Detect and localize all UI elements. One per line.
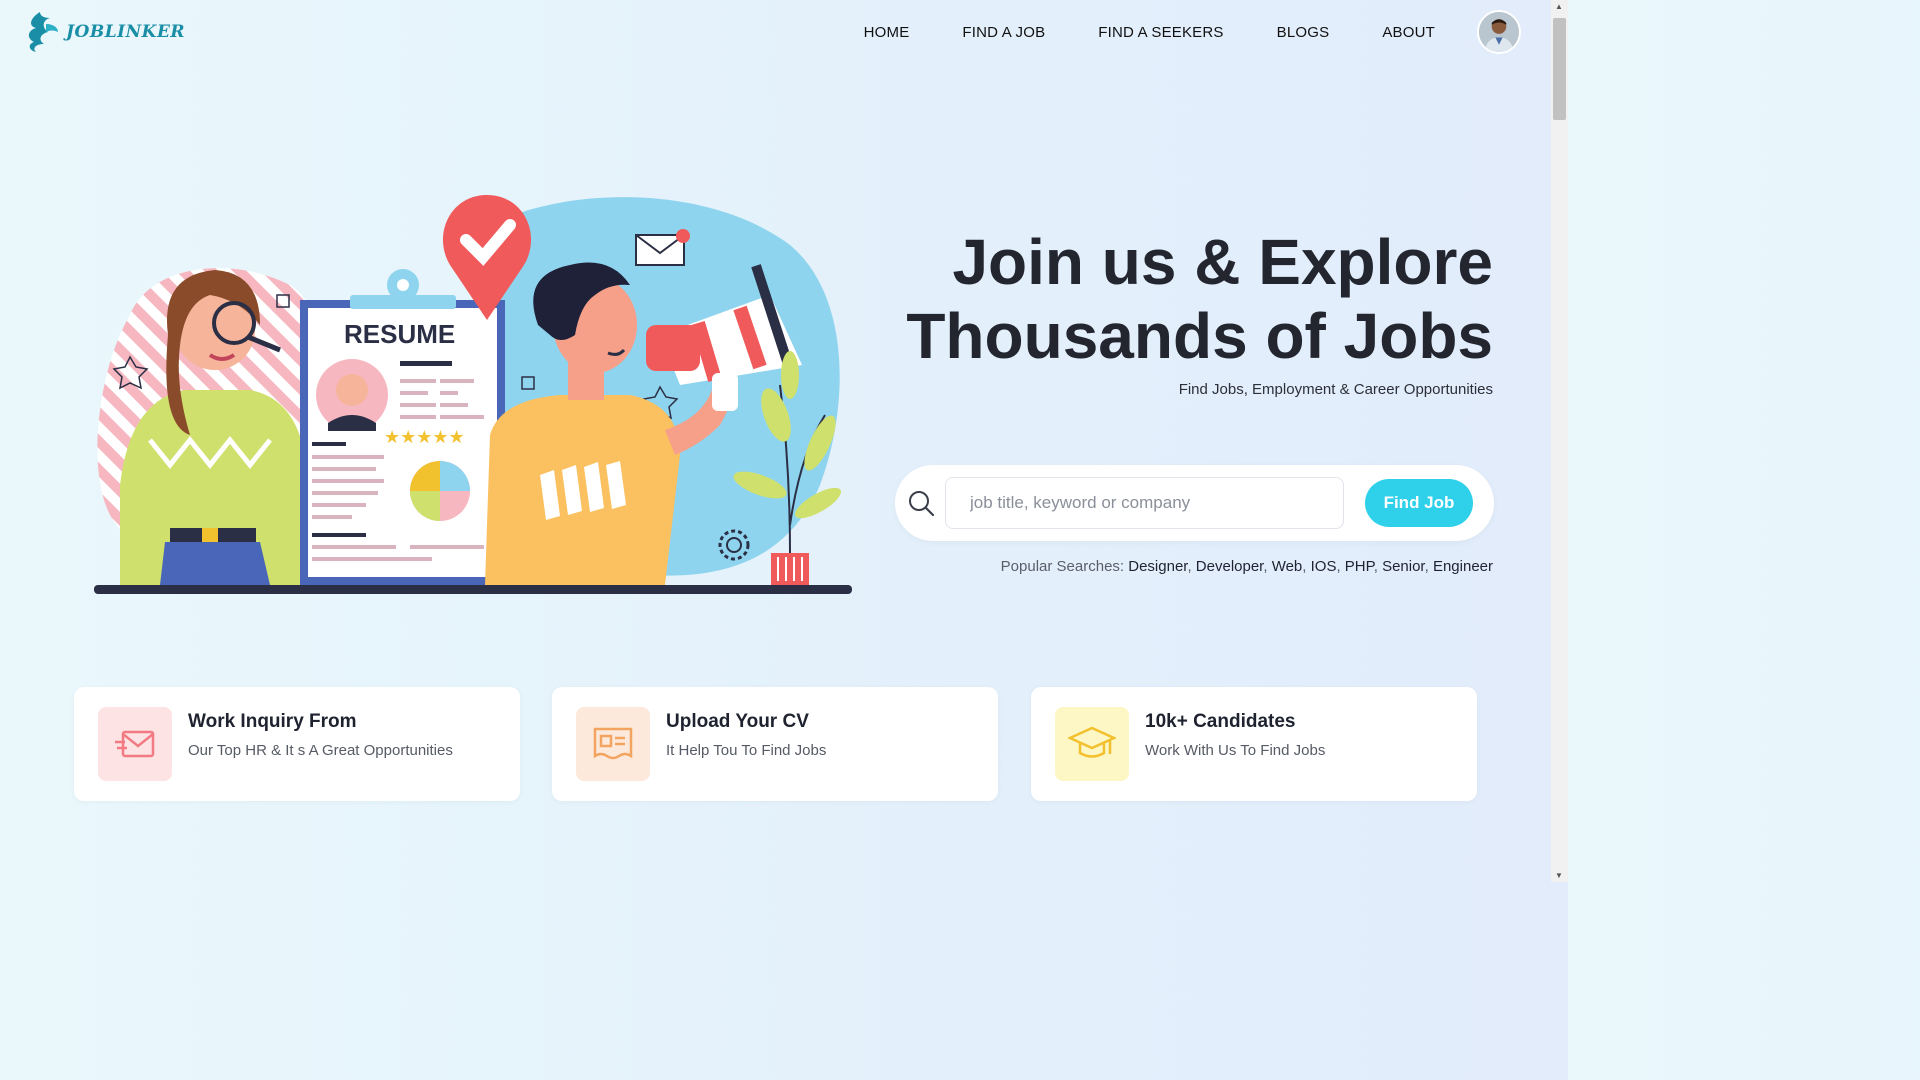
hero-title-line-2: Thousands of Jobs: [906, 300, 1493, 372]
feature-card-upload-cv[interactable]: Upload Your CV It Help Tou To Find Jobs: [552, 687, 998, 801]
brand-name: JOBLINKER: [66, 22, 186, 42]
main-nav: HOME FIND A JOB FIND A SEEKERS BLOGS ABO…: [864, 24, 1435, 41]
svg-text:★★★★★: ★★★★★: [384, 427, 465, 447]
find-job-button[interactable]: Find Job: [1365, 479, 1473, 527]
search-icon: [909, 491, 935, 517]
user-avatar[interactable]: [1477, 10, 1521, 54]
feature-card-candidates[interactable]: 10k+ Candidates Work With Us To Find Job…: [1031, 687, 1477, 801]
search-input[interactable]: [945, 477, 1344, 529]
scroll-down-icon[interactable]: ▼: [1555, 871, 1563, 880]
nav-home[interactable]: HOME: [864, 24, 910, 41]
scrollbar-thumb[interactable]: [1553, 18, 1566, 120]
feature-title: 10k+ Candidates: [1145, 711, 1296, 732]
popular-tag-engineer[interactable]: Engineer: [1433, 558, 1493, 575]
nav-blogs[interactable]: BLOGS: [1277, 24, 1330, 41]
scroll-up-icon[interactable]: ▲: [1555, 2, 1563, 11]
popular-tag-php[interactable]: PHP: [1345, 558, 1374, 575]
envelope-icon: [98, 707, 172, 781]
hero-title-line-1: Join us & Explore: [952, 226, 1493, 298]
resume-heading: RESUME: [344, 319, 455, 349]
nav-about[interactable]: ABOUT: [1382, 24, 1435, 41]
feature-title: Upload Your CV: [666, 711, 809, 732]
page-scrollbar[interactable]: ▲ ▼: [1551, 0, 1568, 882]
feature-description: Work With Us To Find Jobs: [1145, 742, 1326, 759]
hero-illustration: RESUME ★★★★★: [94, 195, 852, 594]
popular-searches-label: Popular Searches:: [1000, 558, 1125, 575]
popular-searches: Popular Searches: Designer, Developer, W…: [1000, 558, 1493, 575]
job-search-bar: Find Job: [895, 465, 1494, 541]
popular-tag-designer[interactable]: Designer: [1128, 558, 1187, 575]
nav-find-a-job[interactable]: FIND A JOB: [962, 24, 1045, 41]
graduation-cap-icon: [1055, 707, 1129, 781]
popular-tag-senior[interactable]: Senior: [1382, 558, 1425, 575]
logo[interactable]: JOBLINKER: [22, 10, 185, 54]
feature-title: Work Inquiry From: [188, 711, 357, 732]
nav-find-a-seekers[interactable]: FIND A SEEKERS: [1098, 24, 1223, 41]
feature-card-work-inquiry[interactable]: Work Inquiry From Our Top HR & It s A Gr…: [74, 687, 520, 801]
cv-icon: [576, 707, 650, 781]
popular-tag-web[interactable]: Web: [1272, 558, 1303, 575]
hero-subtitle: Find Jobs, Employment & Career Opportuni…: [1178, 381, 1493, 398]
feature-description: It Help Tou To Find Jobs: [666, 742, 827, 759]
popular-tag-ios[interactable]: IOS: [1311, 558, 1337, 575]
logo-mark-icon: [28, 12, 58, 52]
avatar-photo: [1479, 12, 1519, 52]
popular-tag-developer[interactable]: Developer: [1196, 558, 1264, 575]
feature-description: Our Top HR & It s A Great Opportunities: [188, 742, 453, 759]
hero-title: Join us & Explore Thousands of Jobs: [906, 225, 1493, 373]
